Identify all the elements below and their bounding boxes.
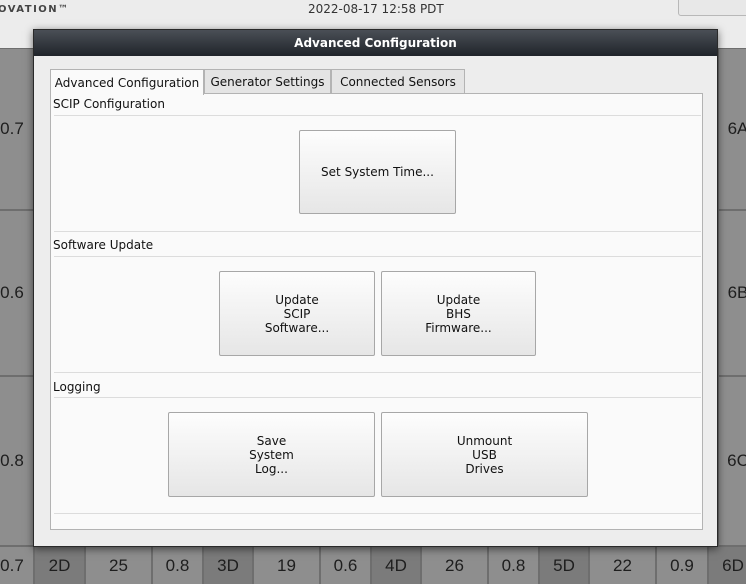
update-scip-software-button[interactable]: Update SCIP Software... [219,271,375,356]
grid-cell-left-3: 0.8 [0,376,34,546]
section-label-logging: Logging [53,380,101,394]
grid-cell-bottom-6: 0.6 [320,546,371,584]
tab-connected-sensors[interactable]: Connected Sensors [331,69,465,94]
grid-cell-left-2: 0.6 [0,210,34,376]
grid-cell-bottom-11: 22 [589,546,656,584]
brand-logo-text: OVATION™ [0,4,70,15]
grid-cell-bottom-1: 2D [34,546,85,584]
section-label-software-update: Software Update [53,238,154,252]
grid-cell-bottom-7: 4D [371,546,421,584]
grid-cell-bottom-2: 25 [85,546,152,584]
section-software-update: Update SCIP Software... Update BHS Firmw… [54,256,701,373]
grid-cell-right-1: 6A [718,48,746,210]
grid-cell-right-3: 6C [718,376,746,546]
save-system-log-button[interactable]: Save System Log... [168,412,375,497]
tab-panel-advanced-configuration: SCIP Configuration Set System Time... So… [50,93,703,530]
top-right-control[interactable] [678,0,746,16]
tab-generator-settings[interactable]: Generator Settings [204,69,331,94]
advanced-configuration-dialog: Advanced Configuration Advanced Configur… [33,29,718,547]
grid-cell-bottom-9: 0.8 [488,546,539,584]
section-label-scip-configuration: SCIP Configuration [53,97,165,111]
unmount-usb-drives-button[interactable]: Unmount USB Drives [381,412,588,497]
grid-cell-bottom-5: 19 [253,546,320,584]
grid-cell-right-2: 6B [718,210,746,376]
grid-cell-bottom-8: 26 [421,546,488,584]
section-logging: Save System Log... Unmount USB Drives [54,397,701,514]
grid-cell-left-1: 0.7 [0,48,34,210]
dialog-titlebar[interactable]: Advanced Configuration [34,30,717,56]
grid-cell-bottom-right: 6D [708,546,746,584]
update-bhs-firmware-button[interactable]: Update BHS Firmware... [381,271,536,356]
grid-cell-bottom-4: 3D [203,546,253,584]
tab-advanced-configuration[interactable]: Advanced Configuration [50,69,204,95]
set-system-time-button[interactable]: Set System Time... [299,130,456,214]
grid-cell-bottom-left: 0.7 [0,546,34,584]
grid-cell-bottom-10: 5D [539,546,589,584]
section-scip-configuration: Set System Time... [54,115,701,232]
dialog-title: Advanced Configuration [294,36,457,50]
grid-cell-bottom-12: 0.9 [656,546,708,584]
clock-datetime: 2022-08-17 12:58 PDT [308,2,444,16]
grid-cell-bottom-3: 0.8 [152,546,203,584]
